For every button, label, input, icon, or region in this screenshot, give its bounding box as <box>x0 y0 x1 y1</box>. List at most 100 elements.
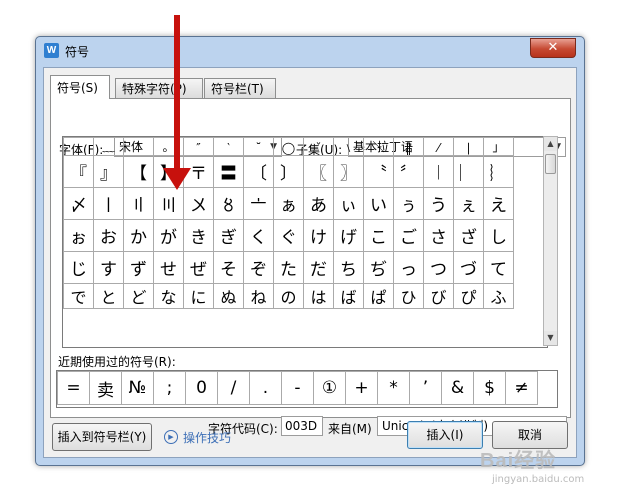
symbol-cell[interactable]: で <box>63 283 94 309</box>
recent-symbol-cell[interactable]: ≠ <box>505 371 538 405</box>
symbol-cell[interactable]: に <box>183 283 214 309</box>
symbol-cell[interactable]: さ <box>423 219 454 252</box>
symbol-cell[interactable]: え <box>483 187 514 220</box>
symbol-cell[interactable]: ぢ <box>363 251 394 284</box>
symbol-cell[interactable]: い <box>363 187 394 220</box>
symbol-cell[interactable]: 〥 <box>213 187 244 220</box>
tab-special-chars[interactable]: 特殊字符(P) <box>115 78 203 98</box>
symbol-cell[interactable]: ﹍ <box>63 137 94 156</box>
symbol-cell[interactable]: 〦 <box>243 187 274 220</box>
symbol-cell[interactable]: じ <box>63 251 94 284</box>
symbol-cell[interactable]: し <box>483 219 514 252</box>
title-bar[interactable]: W 符号 ✕ <box>36 37 584 63</box>
symbol-cell[interactable]: 」 <box>483 137 514 156</box>
symbol-cell[interactable]: 〣 <box>153 187 184 220</box>
symbol-cell[interactable]: ˘ <box>243 137 274 156</box>
symbol-cell[interactable]: ぃ <box>333 187 364 220</box>
symbol-cell[interactable]: こ <box>363 219 394 252</box>
symbol-cell[interactable]: ‵ <box>213 137 244 156</box>
symbol-cell[interactable]: 』 <box>93 155 124 188</box>
symbol-cell[interactable]: き <box>183 219 214 252</box>
symbol-cell[interactable]: ︴ <box>483 155 514 188</box>
symbol-cell[interactable]: ぴ <box>453 283 484 309</box>
symbol-cell[interactable]: す <box>93 251 124 284</box>
recent-symbol-cell[interactable]: / <box>217 371 250 405</box>
recent-symbol-cell[interactable]: + <box>345 371 378 405</box>
symbol-cell[interactable]: ″ <box>183 137 214 156</box>
symbol-cell[interactable]: ∣ <box>453 137 484 156</box>
recent-symbol-cell[interactable]: 0 <box>185 371 218 405</box>
symbol-cell[interactable]: て <box>483 251 514 284</box>
char-code-input[interactable]: 003D <box>281 416 323 436</box>
symbol-cell[interactable]: け <box>303 219 334 252</box>
recent-symbol-cell[interactable]: = <box>57 371 90 405</box>
symbol-cell[interactable]: 〞 <box>393 155 424 188</box>
symbol-cell[interactable]: 〓 <box>213 155 244 188</box>
symbol-cell[interactable]: ふ <box>483 283 514 309</box>
symbol-cell[interactable]: は <box>303 283 334 309</box>
symbol-cell[interactable]: ◯ <box>273 137 304 156</box>
symbol-cell[interactable]: ど <box>123 283 154 309</box>
symbol-cell[interactable]: つ <box>423 251 454 284</box>
symbol-cell[interactable]: 〡 <box>93 187 124 220</box>
symbol-cell[interactable]: 〖 <box>303 155 334 188</box>
tips-link[interactable]: 操作技巧 <box>183 429 231 446</box>
play-icon[interactable]: ▶ <box>164 430 178 444</box>
symbol-cell[interactable]: ひ <box>393 283 424 309</box>
insert-to-symbol-bar-button[interactable]: 插入到符号栏(Y) <box>52 423 152 451</box>
symbol-cell[interactable]: 〝 <box>363 155 394 188</box>
symbol-cell[interactable]: 〗 <box>333 155 364 188</box>
recent-symbol-cell[interactable]: № <box>121 371 154 405</box>
symbol-cell[interactable]: あ <box>303 187 334 220</box>
symbol-cell[interactable]: ぞ <box>243 251 274 284</box>
symbol-cell[interactable]: ぐ <box>273 219 304 252</box>
symbol-cell[interactable]: 〢 <box>123 187 154 220</box>
symbol-cell[interactable]: ︳ <box>453 155 484 188</box>
recent-symbol-cell[interactable]: ’ <box>409 371 442 405</box>
symbol-cell[interactable]: ˋ <box>123 137 154 156</box>
symbol-cell[interactable]: だ <box>303 251 334 284</box>
symbol-cell[interactable]: ぁ <box>273 187 304 220</box>
recent-symbol-cell[interactable]: . <box>249 371 282 405</box>
symbol-cell[interactable]: と <box>93 283 124 309</box>
tab-symbol-bar[interactable]: 符号栏(T) <box>204 78 276 98</box>
symbol-cell[interactable]: 〤 <box>183 187 214 220</box>
scroll-down-icon[interactable]: ▼ <box>544 331 557 345</box>
symbol-cell[interactable]: び <box>423 283 454 309</box>
symbol-cell[interactable]: が <box>153 219 184 252</box>
close-button[interactable]: ✕ <box>530 38 576 58</box>
symbol-cell[interactable]: ず <box>123 251 154 284</box>
symbol-cell[interactable]: ち <box>333 251 364 284</box>
symbol-cell[interactable]: 【 <box>123 155 154 188</box>
symbol-cell[interactable]: ざ <box>453 219 484 252</box>
symbol-cell[interactable]: 〆 <box>63 187 94 220</box>
symbol-cell[interactable]: げ <box>333 219 364 252</box>
symbol-cell[interactable]: 〔 <box>243 155 274 188</box>
scroll-up-icon[interactable]: ▲ <box>544 137 557 151</box>
recent-symbol-cell[interactable]: * <box>377 371 410 405</box>
symbol-cell[interactable]: ね <box>243 283 274 309</box>
symbol-cell[interactable]: 〕 <box>273 155 304 188</box>
recent-symbol-cell[interactable]: 卖 <box>89 371 122 405</box>
symbol-cell[interactable]: ぇ <box>453 187 484 220</box>
symbol-cell[interactable]: お <box>93 219 124 252</box>
symbol-cell[interactable]: せ <box>153 251 184 284</box>
symbol-cell[interactable]: ﹨ <box>333 137 364 156</box>
recent-symbol-cell[interactable]: - <box>281 371 314 405</box>
symbol-cell[interactable]: ˇ <box>303 137 334 156</box>
tab-symbols[interactable]: 符号(S) <box>50 75 110 99</box>
grid-scrollbar[interactable]: ▲ ▼ <box>543 136 558 346</box>
recent-symbol-cell[interactable]: ① <box>313 371 346 405</box>
symbol-cell[interactable]: ご <box>393 219 424 252</box>
symbol-cell[interactable]: ば <box>333 283 364 309</box>
symbol-cell[interactable]: ︱ <box>423 155 454 188</box>
recent-symbol-cell[interactable]: ; <box>153 371 186 405</box>
recent-symbol-cell[interactable]: $ <box>473 371 506 405</box>
symbol-cell[interactable]: ぎ <box>213 219 244 252</box>
scroll-thumb[interactable] <box>545 154 556 174</box>
symbol-cell[interactable]: た <box>273 251 304 284</box>
symbol-cell[interactable]: ぅ <box>393 187 424 220</box>
symbol-cell[interactable]: ぱ <box>363 283 394 309</box>
symbol-cell[interactable]: ‖ <box>393 137 424 156</box>
symbol-cell[interactable]: そ <box>213 251 244 284</box>
